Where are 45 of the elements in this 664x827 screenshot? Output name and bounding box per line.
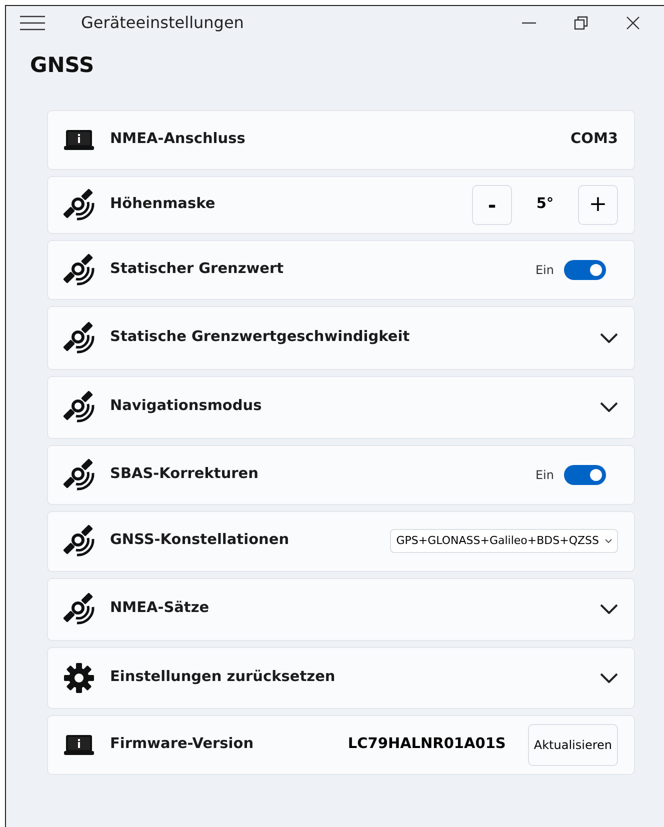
toggle-switch[interactable] bbox=[564, 464, 606, 484]
settings-card[interactable]: Einstellungen zurücksetzen bbox=[47, 646, 635, 708]
satellite-icon bbox=[62, 252, 96, 286]
settings-card[interactable]: Statische Grenzwertgeschwindigkeit bbox=[47, 306, 635, 370]
gear-icon bbox=[63, 662, 95, 694]
firmware-version-value: LC79HALNR01A01S bbox=[348, 734, 506, 754]
close-icon[interactable] bbox=[626, 16, 640, 30]
satellite-icon bbox=[62, 320, 96, 354]
device-info-icon bbox=[63, 128, 95, 150]
toggle-switch[interactable] bbox=[564, 260, 606, 280]
window-title: Geräteeinstellungen bbox=[81, 12, 244, 34]
setting-label: GNSS-Konstellationen bbox=[110, 531, 290, 550]
setting-label: Höhenmaske bbox=[110, 194, 216, 214]
setting-label: Navigationsmodus bbox=[110, 397, 262, 416]
constellation-dropdown[interactable]: GPS+GLONASS+Galileo+BDS+QZSS bbox=[390, 529, 618, 553]
chevron-icon[interactable] bbox=[600, 672, 618, 682]
menu-icon[interactable] bbox=[20, 15, 45, 31]
caret-icon bbox=[605, 539, 612, 543]
page-title: GNSS bbox=[30, 52, 96, 79]
chevron-icon[interactable] bbox=[600, 604, 618, 614]
satellite-icon bbox=[62, 524, 96, 558]
stepper-value: 5° bbox=[535, 194, 555, 214]
setting-label: NMEA-Sätze bbox=[110, 599, 210, 618]
setting-label: NMEA-Anschluss bbox=[110, 130, 246, 149]
increment-button[interactable]: + bbox=[578, 184, 618, 224]
satellite-icon bbox=[62, 188, 96, 222]
settings-card[interactable]: NMEA-Sätze bbox=[47, 578, 635, 640]
chevron-icon[interactable] bbox=[600, 402, 618, 412]
setting-value: COM3 bbox=[570, 130, 618, 149]
setting-label: Einstellungen zurücksetzen bbox=[110, 668, 336, 687]
setting-label: Statischer Grenzwert bbox=[110, 260, 284, 279]
setting-label: Firmware-Version bbox=[110, 734, 254, 754]
device-info-icon bbox=[63, 734, 95, 756]
satellite-icon bbox=[62, 592, 96, 626]
satellite-icon bbox=[62, 458, 96, 492]
settings-card[interactable]: Navigationsmodus bbox=[47, 376, 635, 438]
chevron-icon[interactable] bbox=[600, 332, 618, 342]
decrement-button[interactable]: - bbox=[472, 184, 512, 224]
setting-label: Statische Grenzwertgeschwindigkeit bbox=[110, 328, 410, 347]
satellite-icon bbox=[62, 390, 96, 424]
toggle-state-label: Ein bbox=[535, 262, 554, 278]
toggle-state-label: Ein bbox=[535, 466, 554, 484]
setting-label: SBAS-Korrekturen bbox=[110, 464, 258, 484]
update-button[interactable]: Aktualisieren bbox=[528, 724, 618, 766]
restore-icon[interactable] bbox=[574, 16, 588, 30]
